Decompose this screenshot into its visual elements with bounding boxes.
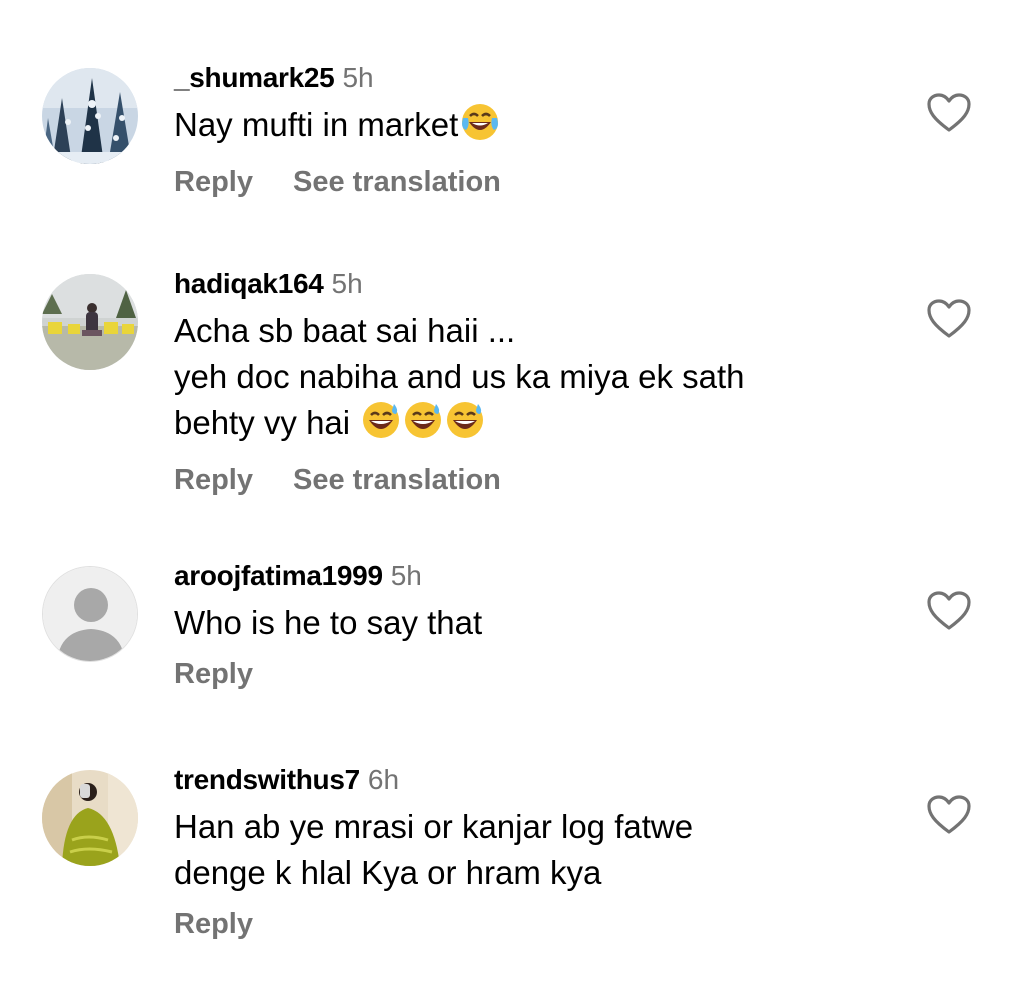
timestamp: 5h (390, 560, 422, 591)
timestamp: 6h (367, 764, 400, 795)
comment-actions: Reply See translation (174, 164, 904, 200)
heart-outline-icon[interactable] (926, 794, 972, 836)
person-silhouette-icon (43, 567, 137, 661)
reply-button[interactable]: Reply (174, 908, 253, 940)
heart-outline-icon[interactable] (926, 298, 972, 340)
comment-text: Acha sb baat sai haii ... yeh doc nabiha… (174, 308, 904, 452)
see-translation-button[interactable]: See translation (293, 464, 501, 496)
comment-header: _shumark25 5h (174, 60, 904, 96)
comment-line: yeh doc nabiha and us ka miya ek sath (174, 358, 745, 395)
comment-header: hadiqak164 5h (174, 266, 904, 302)
username[interactable]: aroojfatima1999 (174, 560, 383, 591)
avatar[interactable] (42, 566, 138, 662)
comment-text: Han ab ye mrasi or kanjar log fatwe deng… (174, 804, 904, 896)
comment-line: Han ab ye mrasi or kanjar log fatwe (174, 808, 694, 845)
see-translation-button[interactable]: See translation (293, 166, 501, 198)
face-with-tears-of-joy-icon (460, 102, 500, 154)
comment-header: aroojfatima1999 5h (174, 558, 904, 594)
grinning-face-with-sweat-icon (361, 400, 401, 452)
username[interactable]: _shumark25 (174, 62, 335, 93)
reply-button[interactable]: Reply (174, 166, 253, 198)
username[interactable]: trendswithus7 (174, 764, 360, 795)
heart-outline-icon[interactable] (926, 590, 972, 632)
comment-body: hadiqak164 5h Acha sb baat sai haii ... y… (174, 266, 904, 498)
comment-line-text: Nay mufti in market (174, 106, 459, 143)
username[interactable]: hadiqak164 (174, 268, 324, 299)
avatar[interactable] (42, 770, 138, 866)
grinning-face-with-sweat-icon (445, 400, 485, 452)
comment-line: Who is he to say that (174, 604, 483, 641)
reply-button[interactable]: Reply (174, 464, 253, 496)
comment-actions: Reply (174, 906, 904, 942)
reply-button[interactable]: Reply (174, 658, 253, 690)
timestamp: 5h (342, 62, 374, 93)
comment-line: Nay mufti in market (174, 102, 904, 154)
comment-actions: Reply See translation (174, 462, 904, 498)
comment-line: Acha sb baat sai haii ... (174, 312, 516, 349)
comment-header: trendswithus7 6h (174, 762, 904, 798)
comment-line-text: behty vy hai (174, 404, 351, 441)
comment-text: Nay mufti in market (174, 102, 904, 154)
comment-line: behty vy hai (174, 400, 904, 452)
timestamp: 5h (331, 268, 363, 299)
avatar[interactable] (42, 274, 138, 370)
avatar-image (42, 770, 138, 866)
grinning-face-with-sweat-icon (403, 400, 443, 452)
avatar-image (42, 68, 138, 164)
avatar[interactable] (42, 68, 138, 164)
comment-body: trendswithus7 6h Han ab ye mrasi or kanja… (174, 762, 904, 942)
avatar-image (42, 274, 138, 370)
comment-body: aroojfatima1999 5h Who is he to say that … (174, 558, 904, 692)
comment-text: Who is he to say that (174, 600, 904, 646)
heart-outline-icon[interactable] (926, 92, 972, 134)
comment-body: _shumark25 5h Nay mufti in market Reply Se… (174, 60, 904, 200)
comment-actions: Reply (174, 656, 904, 692)
comment-line: denge k hlal Kya or hram kya (174, 854, 602, 891)
